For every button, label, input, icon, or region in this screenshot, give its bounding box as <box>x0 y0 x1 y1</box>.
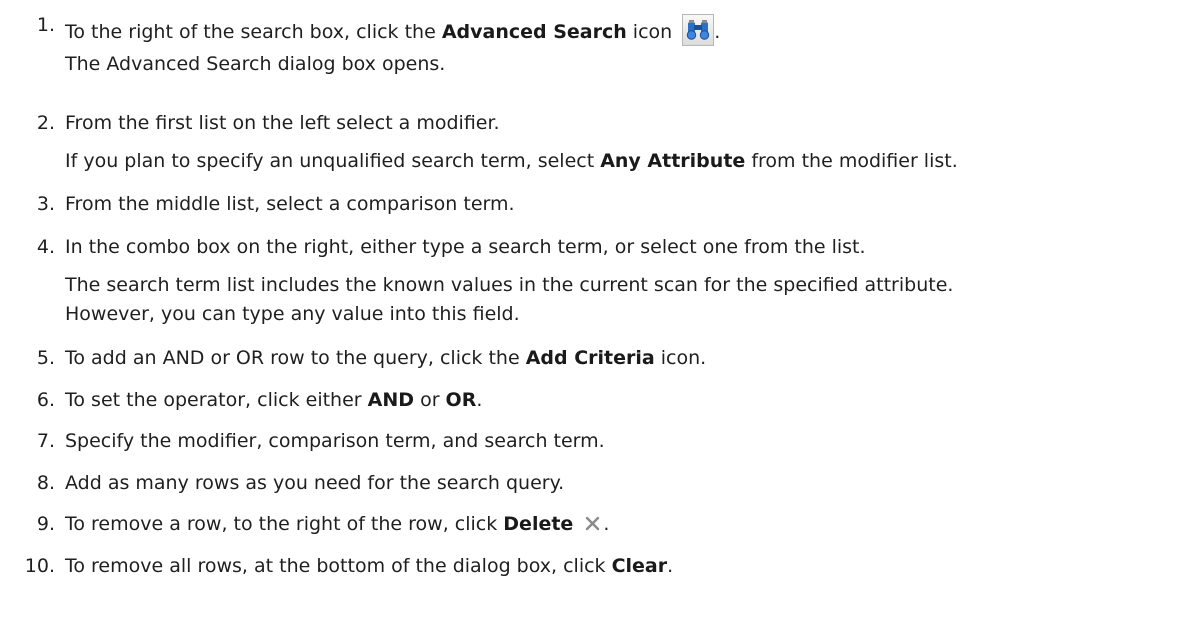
step-text: To add an AND or OR row to the query, cl… <box>65 347 707 369</box>
step-note: The Advanced Search dialog box opens. <box>65 53 446 75</box>
binoculars-icon <box>682 14 715 46</box>
step-note: If you plan to specify an unqualified se… <box>65 150 958 172</box>
step-number: 3. <box>36 193 55 215</box>
step-number: 4. <box>36 236 55 258</box>
step-text: Add as many rows as you need for the sea… <box>65 472 565 494</box>
step-text: To set the operator, click either AND or… <box>65 389 483 411</box>
advanced-search-label: Advanced Search <box>441 21 627 43</box>
and-label: AND <box>367 389 415 411</box>
step-number: 2. <box>36 112 55 134</box>
step-text: Specify the modifier, comparison term, a… <box>65 430 605 452</box>
step-number: 5. <box>36 347 55 369</box>
delete-x-icon <box>583 513 603 533</box>
step-text: From the first list on the left select a… <box>65 112 500 134</box>
or-label: OR <box>445 389 477 411</box>
clear-label: Clear <box>611 555 668 577</box>
any-attribute-label: Any Attribute <box>600 150 746 172</box>
step-number: 9. <box>36 513 55 535</box>
step-text: In the combo box on the right, either ty… <box>65 236 866 258</box>
step-number: 10. <box>24 555 55 577</box>
delete-label: Delete <box>503 513 574 535</box>
step-note-line-1: The search term list includes the known … <box>65 274 954 296</box>
add-criteria-label: Add Criteria <box>525 347 655 369</box>
step-number: 6. <box>36 389 55 411</box>
step-number: 1. <box>36 14 55 36</box>
step-text: To remove all rows, at the bottom of the… <box>65 555 674 577</box>
step-number: 7. <box>36 430 55 452</box>
step-text: To remove a row, to the right of the row… <box>65 513 610 535</box>
step-number: 8. <box>36 472 55 494</box>
step-text: To the right of the search box, click th… <box>65 14 720 46</box>
step-text: From the middle list, select a compariso… <box>65 193 515 215</box>
step-note-line-2: However, you can type any value into thi… <box>65 303 520 325</box>
